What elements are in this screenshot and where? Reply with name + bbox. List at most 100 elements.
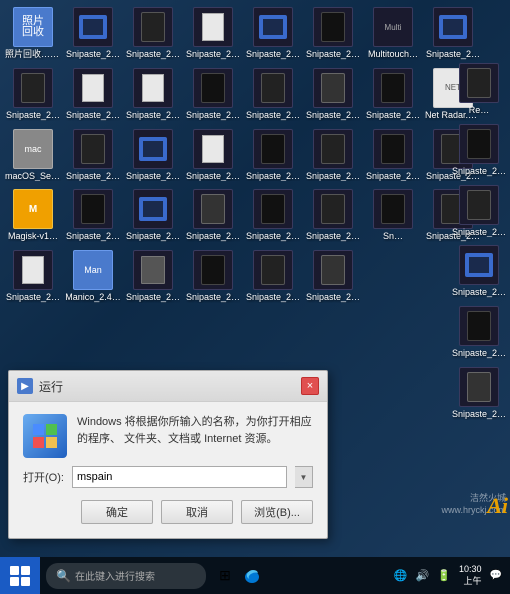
list-item[interactable]: mac macOS_Ser… xyxy=(4,126,62,185)
notification-icon[interactable]: 💬 xyxy=(490,570,502,581)
icon-label: Snipaste_2… xyxy=(186,171,240,182)
ai-logo: Ai xyxy=(487,493,508,519)
icon-label: 照片回收…程序包 xyxy=(5,49,61,60)
icon-label: Snipaste_2… xyxy=(66,171,120,182)
list-item[interactable]: Snipaste_2… xyxy=(244,126,302,185)
list-item[interactable]: Snipaste_2… xyxy=(244,247,302,306)
list-item[interactable]: Snipaste_2… xyxy=(64,186,122,245)
list-item[interactable]: Snipaste_2… xyxy=(304,4,362,63)
dialog-command-input[interactable] xyxy=(72,466,287,488)
icon-label: Snipaste_2… xyxy=(452,227,506,238)
list-item[interactable]: Man Manico_2.4… xyxy=(64,247,122,306)
list-item[interactable]: Snipaste_2… xyxy=(124,186,182,245)
taskbar: 🔍 在此键入进行搜索 ⊞ 🌐 🔊 🔋 10:30 上午 💬 xyxy=(0,557,510,594)
icon-image xyxy=(73,68,113,108)
dialog-cancel-button[interactable]: 取消 xyxy=(161,500,233,524)
list-item[interactable]: Snipaste_2… xyxy=(450,242,508,301)
dialog-open-label: 打开(O): xyxy=(23,469,64,485)
start-button[interactable] xyxy=(0,557,40,594)
icon-image: mac xyxy=(13,129,53,169)
list-item[interactable]: Snipaste_2… xyxy=(244,186,302,245)
icon-label: Snipaste_2… xyxy=(6,292,60,303)
icon-image xyxy=(193,189,233,229)
icon-image xyxy=(193,7,233,47)
icon-label: Snipaste_2… xyxy=(306,292,360,303)
list-item[interactable]: Multi Multitouch… xyxy=(364,4,422,63)
list-item[interactable]: Snipaste_2… xyxy=(124,65,182,124)
icon-image xyxy=(373,68,413,108)
list-item[interactable]: Sn… xyxy=(364,186,422,245)
list-item[interactable]: Snipaste_2… xyxy=(424,4,482,63)
list-item[interactable]: Snipaste_2… xyxy=(124,126,182,185)
icon-label: Snipaste_2… xyxy=(126,110,180,121)
list-item[interactable]: Snipaste_2… xyxy=(4,65,62,124)
list-item[interactable]: M Magisk-v1… xyxy=(4,186,62,245)
list-item[interactable]: Snipaste_2… xyxy=(450,364,508,423)
icon-label: Snipaste_2… xyxy=(126,49,180,60)
doc-shape xyxy=(82,74,104,102)
dialog-close-button[interactable]: × xyxy=(301,377,319,395)
phone-shape xyxy=(467,372,491,402)
list-item[interactable]: Snipaste_2… xyxy=(184,65,242,124)
list-item[interactable]: Snipaste_2… xyxy=(244,4,302,63)
list-item[interactable]: Snipaste_2… xyxy=(64,4,122,63)
dialog-top: Windows 将根据你所输入的名称，为你打开相应的程序、 文件夹、文档或 In… xyxy=(23,414,313,458)
clock: 10:30 上午 xyxy=(459,564,482,587)
icon-image xyxy=(13,250,53,290)
icon-image xyxy=(133,250,173,290)
list-item[interactable]: Snipaste_2… xyxy=(184,126,242,185)
phone-shape xyxy=(321,134,345,164)
list-item[interactable]: Snipaste_2… xyxy=(364,65,422,124)
icon-image xyxy=(253,250,293,290)
icon-image xyxy=(313,129,353,169)
start-square-4 xyxy=(21,577,30,586)
list-item[interactable]: Snipaste_2… xyxy=(450,303,508,362)
list-item[interactable]: Snipaste_2… xyxy=(304,186,362,245)
list-item[interactable]: Snipaste_2… xyxy=(184,4,242,63)
icon-image xyxy=(459,185,499,225)
list-item[interactable]: Snipaste_2… xyxy=(304,65,362,124)
dialog-browse-button[interactable]: 浏览(B)... xyxy=(241,500,313,524)
time-text: 10:30 xyxy=(459,564,482,576)
list-item[interactable]: 照片回收 照片回收…程序包 xyxy=(4,4,62,63)
taskbar-task-view[interactable]: ⊞ xyxy=(212,563,238,589)
list-item[interactable]: Snipaste_2… xyxy=(64,65,122,124)
snipaste-inner xyxy=(439,15,467,39)
list-item[interactable]: Re… xyxy=(450,60,508,119)
snipaste-inner xyxy=(139,197,167,221)
phone-shape xyxy=(81,194,105,224)
icon-label: Re… xyxy=(469,105,490,116)
dialog-ok-button[interactable]: 确定 xyxy=(81,500,153,524)
phone-shape xyxy=(321,73,345,103)
icon-image xyxy=(133,7,173,47)
phone-shape xyxy=(261,255,285,285)
list-item[interactable]: Snipaste_2… xyxy=(450,182,508,241)
list-item[interactable]: Snipaste_2… xyxy=(184,247,242,306)
icon-label: Snipaste_2… xyxy=(452,166,506,177)
list-item[interactable]: Snipaste_2… xyxy=(184,186,242,245)
dialog-dropdown-button[interactable]: ▼ xyxy=(295,466,313,488)
list-item[interactable]: Snipaste_2… xyxy=(124,4,182,63)
list-item[interactable]: Snipaste_2… xyxy=(364,126,422,185)
task-view-icon: ⊞ xyxy=(219,567,231,584)
dialog-buttons: 确定 取消 浏览(B)... xyxy=(23,496,313,526)
list-item[interactable]: Snipaste_2… xyxy=(304,126,362,185)
icon-image xyxy=(459,124,499,164)
icon-image: Man xyxy=(73,250,113,290)
list-item[interactable]: Snipaste_2… xyxy=(4,247,62,306)
phone-shape xyxy=(81,134,105,164)
list-item[interactable]: Snipaste_2… xyxy=(244,65,302,124)
taskbar-edge-button[interactable] xyxy=(238,562,266,590)
phone-shape xyxy=(201,194,225,224)
icon-image: 照片回收 xyxy=(13,7,53,47)
start-square-1 xyxy=(10,566,19,575)
list-item[interactable]: Snipaste_2… xyxy=(450,121,508,180)
list-item[interactable]: Snipaste_2… xyxy=(124,247,182,306)
icon-label: Snipaste_2… xyxy=(366,110,420,121)
phone-shape xyxy=(321,255,345,285)
taskbar-search-container[interactable]: 🔍 在此键入进行搜索 xyxy=(46,563,206,589)
icon-image xyxy=(193,250,233,290)
list-item[interactable]: Snipaste_2… xyxy=(304,247,362,306)
list-item[interactable]: Snipaste_2… xyxy=(64,126,122,185)
dialog-input-row: 打开(O): ▼ xyxy=(23,466,313,488)
